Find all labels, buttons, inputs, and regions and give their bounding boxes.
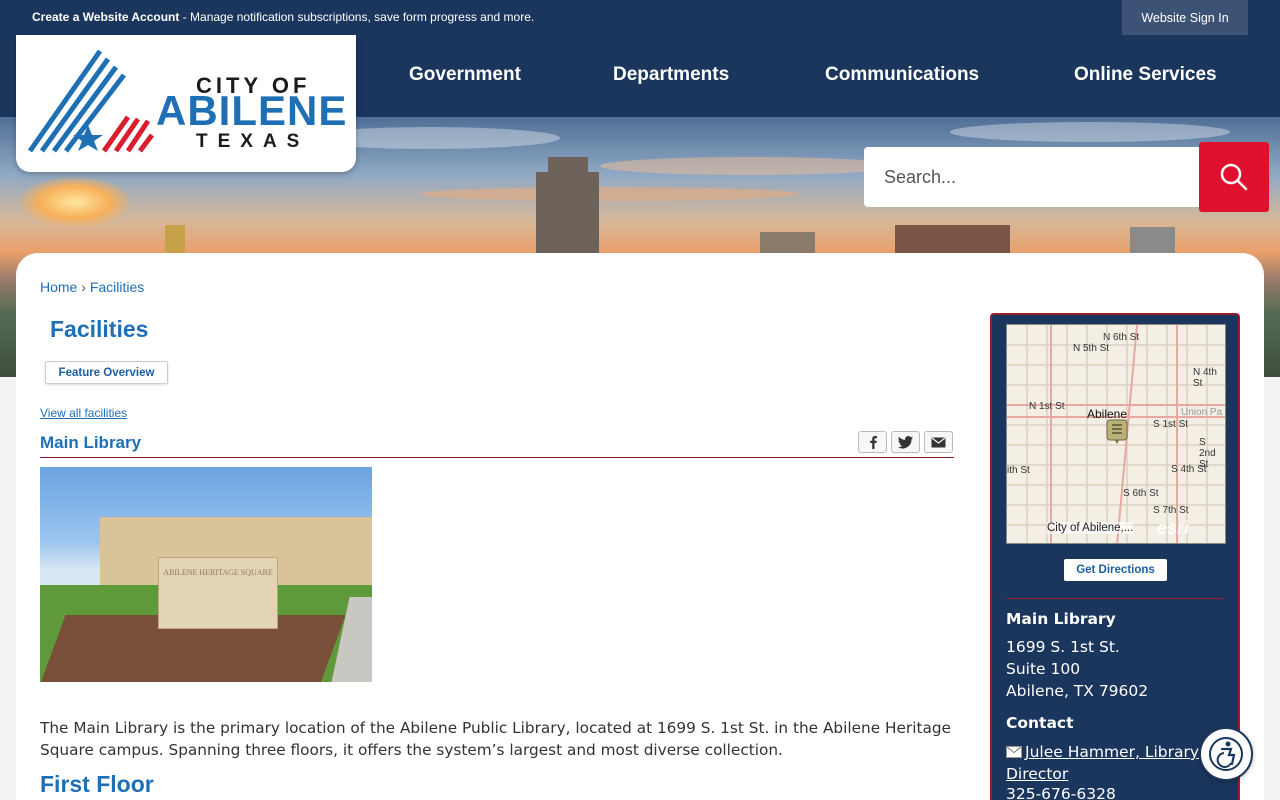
breadcrumb-separator: › — [81, 279, 86, 295]
facility-map[interactable]: Abilene N 6th St N 5th St N 4th St N 1st… — [1006, 324, 1226, 544]
search-button[interactable] — [1199, 142, 1269, 212]
email-icon — [1006, 746, 1022, 758]
sign-in-button[interactable]: Website Sign In — [1122, 0, 1248, 35]
esri-logo: esri — [1157, 518, 1190, 538]
view-all-facilities-link[interactable]: View all facilities — [40, 406, 127, 420]
logo-texas-text: TEXAS — [196, 131, 310, 152]
facebook-icon — [869, 436, 877, 449]
account-description: - Manage notification subscriptions, sav… — [179, 10, 535, 24]
breadcrumb-home[interactable]: Home — [40, 279, 77, 295]
share-twitter-button[interactable] — [891, 431, 920, 453]
map-street-label: S 4th St — [1171, 464, 1207, 475]
contact-email-link[interactable]: Julee Hammer, Library Director — [1006, 741, 1211, 785]
contact-heading: Contact — [1006, 714, 1074, 732]
sidebar-divider — [1006, 598, 1224, 599]
map-street-label: N 1st St — [1029, 401, 1065, 412]
map-credit: City of Abilene,... — [1047, 522, 1134, 534]
map-street-label: S 7th St — [1153, 505, 1189, 516]
city-logo[interactable]: CITY OF ABILENE TEXAS — [16, 35, 356, 172]
address-line-3: Abilene, TX 79602 — [1006, 682, 1149, 700]
map-street-label: S 6th St — [1123, 488, 1159, 499]
create-account-link[interactable]: Create a Website Account — [32, 10, 179, 24]
breadcrumb: Home › Facilities — [40, 279, 144, 295]
logo-mark-icon — [28, 49, 154, 153]
map-street-label: Union Pa — [1181, 407, 1223, 418]
map-street-label: N 6th St — [1103, 332, 1140, 343]
map-street-label: N 4th St — [1193, 367, 1217, 389]
map-street-label: ith St — [1007, 465, 1030, 476]
facility-description: The Main Library is the primary location… — [40, 719, 951, 759]
nav-communications[interactable]: Communications — [825, 64, 979, 86]
page-title: Facilities — [50, 316, 149, 342]
accessibility-button[interactable] — [1199, 727, 1253, 781]
title-divider — [40, 457, 954, 458]
accessibility-icon — [1209, 737, 1243, 771]
map-street-label: N 5th St — [1073, 343, 1110, 354]
share-facebook-button[interactable] — [858, 431, 887, 453]
feature-overview-button[interactable]: Feature Overview — [45, 361, 168, 384]
nav-government[interactable]: Government — [409, 64, 521, 86]
address-line-2: Suite 100 — [1006, 660, 1081, 678]
email-icon — [931, 437, 946, 447]
first-floor-heading: First Floor — [40, 771, 154, 797]
map-street-label: S 1st St — [1153, 419, 1189, 430]
search-input[interactable] — [864, 147, 1200, 207]
facility-photo: ABILENE HERITAGE SQUARE — [40, 467, 372, 682]
breadcrumb-facilities[interactable]: Facilities — [90, 279, 144, 295]
account-message: Create a Website Account - Manage notifi… — [32, 10, 534, 24]
photo-sign: ABILENE HERITAGE SQUARE — [158, 557, 278, 629]
search-icon — [1220, 163, 1248, 191]
contact-name[interactable]: Julee Hammer, Library Director — [1006, 743, 1199, 783]
address-line-1: 1699 S. 1st St. — [1006, 638, 1120, 656]
sidebar-facility-name: Main Library — [1006, 610, 1116, 628]
get-directions-button[interactable]: Get Directions — [1064, 559, 1167, 581]
nav-online-services[interactable]: Online Services — [1074, 64, 1217, 86]
contact-phone[interactable]: 325-676-6328 — [1006, 785, 1116, 800]
location-marker-icon — [1106, 419, 1128, 444]
nav-departments[interactable]: Departments — [613, 64, 729, 86]
photo-sign-text: ABILENE HERITAGE SQUARE — [163, 568, 273, 577]
share-email-button[interactable] — [924, 431, 953, 453]
top-bar: Create a Website Account - Manage notifi… — [0, 0, 1280, 35]
facility-name: Main Library — [40, 433, 142, 452]
logo-abilene-text: ABILENE — [156, 87, 348, 134]
twitter-icon — [898, 435, 913, 448]
